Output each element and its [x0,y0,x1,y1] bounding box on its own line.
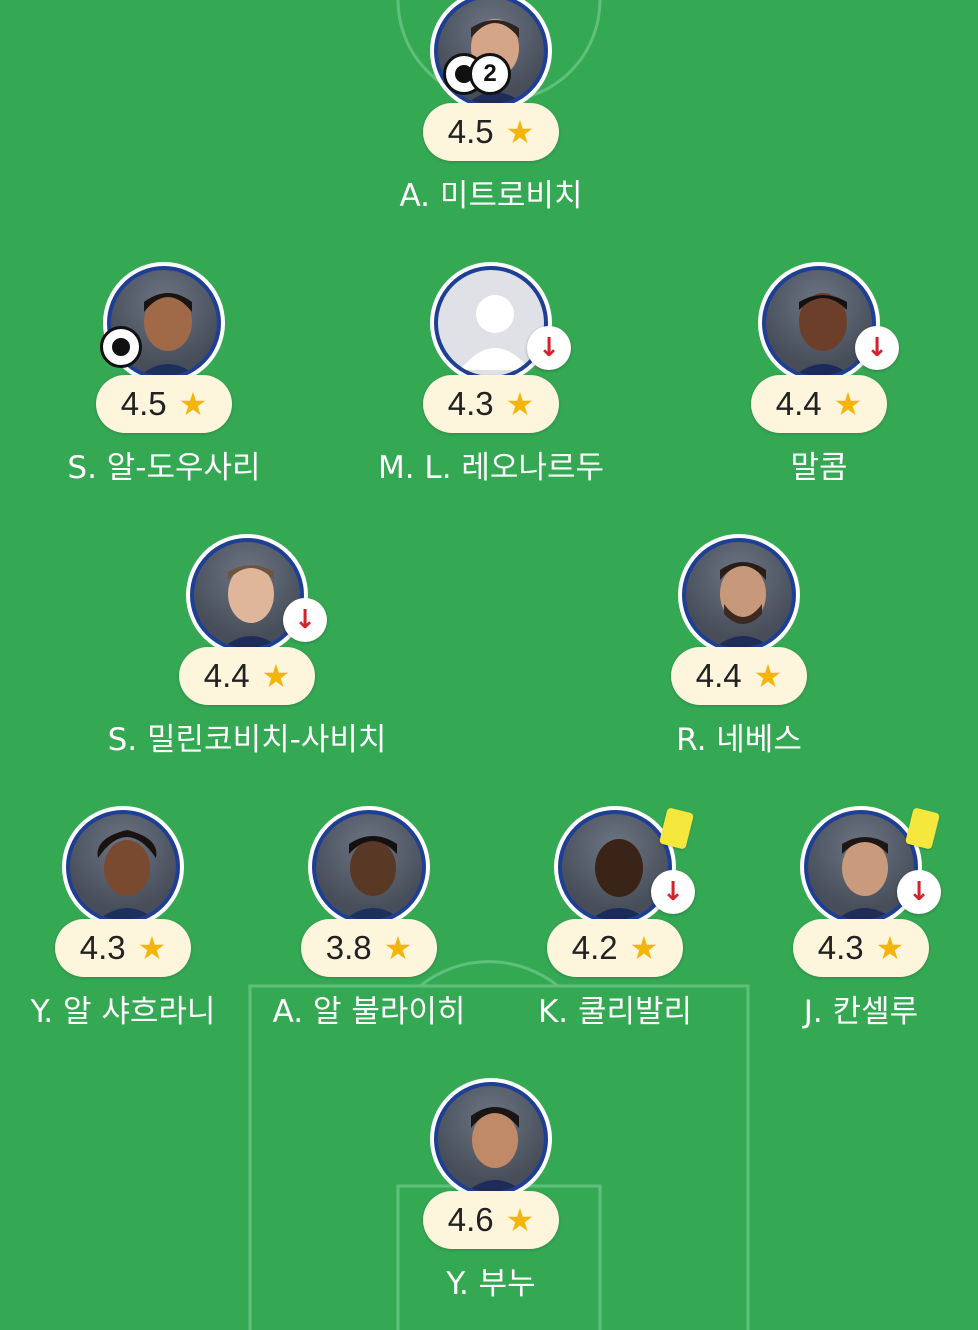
player-avatar [758,262,880,384]
star-icon: ★ [178,385,208,423]
player-name: R. 네베스 [676,722,802,758]
player-avatar [430,1078,552,1200]
player-name: Y. 알 샤흐라니 [30,994,216,1030]
star-icon: ★ [505,113,535,151]
player-rating: 4.5 ★ [96,375,232,433]
rating-value: 4.4 [775,385,822,422]
player-photo [682,538,796,652]
player-card-aldawsari[interactable]: 4.5 ★ S. 알-도우사리 [24,262,304,492]
player-card-malcom[interactable]: ↓ 4.4 ★ 말콤 [679,262,959,492]
player-rating: 3.8 ★ [301,919,437,977]
player-photo [762,266,876,380]
player-card-milinkovic[interactable]: ↓ 4.4 ★ S. 밀린코비치-사비치 [107,534,387,764]
player-photo [434,1082,548,1196]
player-name: A. 알 불라이히 [272,994,466,1030]
rating-value: 4.4 [203,657,250,694]
star-icon: ★ [875,929,905,967]
player-name: 말콤 [790,450,848,486]
pitch: 2 4.5 ★ A. 미트로비치 4.5 ★ S. 알-도우사리 ↓ 4.3 ★… [0,0,978,1330]
player-name: M. L. 레오나르두 [377,450,605,486]
player-photo [804,810,918,924]
player-name: S. 알-도우사리 [67,450,261,486]
rating-value: 4.3 [79,929,126,966]
soccer-ball-icon [100,326,142,368]
star-icon: ★ [753,657,783,695]
rating-value: 4.3 [817,929,864,966]
star-icon: ★ [833,385,863,423]
rating-value: 4.4 [695,657,742,694]
player-photo [312,810,426,924]
rating-value: 4.5 [447,113,494,150]
player-photo [190,538,304,652]
player-photo [558,810,672,924]
star-icon: ★ [261,657,291,695]
player-card-leonardo[interactable]: ↓ 4.3 ★ M. L. 레오나르두 [351,262,631,492]
player-card-bounou[interactable]: 4.6 ★ Y. 부누 [351,1078,631,1308]
sub-off-arrow-icon: ↓ [527,326,571,370]
player-rating: 4.5 ★ [423,103,559,161]
player-avatar [186,534,308,656]
player-name: S. 밀린코비치-사비치 [107,722,387,758]
player-card-albulayhi[interactable]: 3.8 ★ A. 알 불라이히 [229,806,509,1036]
player-rating: 4.4 ★ [671,647,807,705]
sub-off-arrow-icon: ↓ [651,870,695,914]
rating-value: 3.8 [325,929,372,966]
player-photo [66,810,180,924]
player-rating: 4.3 ★ [793,919,929,977]
player-rating: 4.4 ★ [751,375,887,433]
player-avatar [678,534,800,656]
rating-value: 4.3 [447,385,494,422]
star-icon: ★ [383,929,413,967]
sub-off-arrow-icon: ↓ [283,598,327,642]
sub-off-arrow-icon: ↓ [855,326,899,370]
player-rating: 4.3 ★ [55,919,191,977]
goal-count-badge: 2 [469,53,511,95]
player-name: K. 쿨리발리 [537,994,693,1030]
player-card-cancelo[interactable]: ↓ 4.3 ★ J. 칸셀루 [721,806,978,1036]
star-icon: ★ [505,1201,535,1239]
star-icon: ★ [629,929,659,967]
player-name: A. 미트로비치 [399,178,583,214]
player-rating: 4.4 ★ [179,647,315,705]
placeholder-avatar [434,266,548,380]
rating-value: 4.2 [571,929,618,966]
star-icon: ★ [505,385,535,423]
sub-off-arrow-icon: ↓ [897,870,941,914]
player-rating: 4.2 ★ [547,919,683,977]
player-name: Y. 부누 [446,1266,536,1302]
player-avatar [62,806,184,928]
player-card-neves[interactable]: 4.4 ★ R. 네베스 [599,534,879,764]
rating-value: 4.5 [120,385,167,422]
player-avatar [554,806,676,928]
player-name: J. 칸셀루 [803,994,919,1030]
player-card-mitrovic[interactable]: 2 4.5 ★ A. 미트로비치 [351,0,631,220]
player-card-alshahrani[interactable]: 4.3 ★ Y. 알 샤흐라니 [0,806,263,1036]
rating-value: 4.6 [447,1201,494,1238]
star-icon: ★ [137,929,167,967]
player-rating: 4.6 ★ [423,1191,559,1249]
player-avatar [308,806,430,928]
player-rating: 4.3 ★ [423,375,559,433]
player-avatar [430,262,552,384]
player-avatar [800,806,922,928]
player-card-koulibaly[interactable]: ↓ 4.2 ★ K. 쿨리발리 [475,806,755,1036]
